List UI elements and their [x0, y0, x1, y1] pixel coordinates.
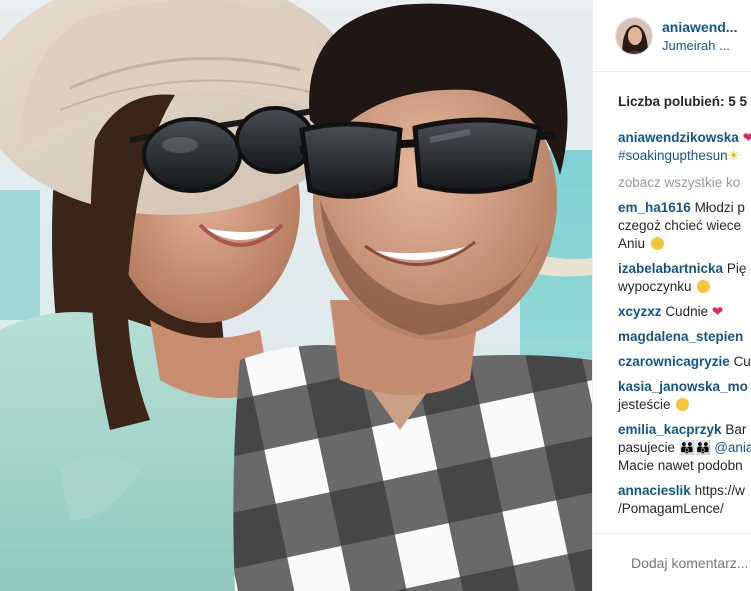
post-header: aniawend... Jumeirah ...: [593, 0, 751, 72]
comment-item: czarownicagryzie Cu: [618, 353, 751, 371]
comment-text: wypoczynku: [618, 279, 692, 294]
heart-emoji-icon: ❤: [743, 130, 751, 145]
comment-username-link[interactable]: izabelabartnicka: [618, 261, 723, 276]
family-emoji-icon: 👪👪: [678, 440, 712, 455]
comment-item: emilia_kacprzyk Bar pasujecie 👪👪 @ania M…: [618, 421, 751, 475]
comment-text: Bar: [725, 422, 747, 437]
add-comment-input[interactable]: [631, 554, 751, 571]
mention-link[interactable]: @ania: [714, 440, 751, 455]
hearts-emoji-icon: ❤: [711, 304, 724, 319]
sun-emoji-icon: ☀: [727, 148, 740, 163]
comments-list: aniawendzikowska ❤ #soakingupthesun☀ zob…: [593, 129, 751, 518]
post-details-panel: aniawend... Jumeirah ... Liczba polubień…: [592, 0, 751, 591]
comment-item: em_ha1616 Młodzi p czegoż chcieć wiece A…: [618, 199, 751, 253]
grin-emoji-icon: [697, 280, 711, 293]
avatar-image: [616, 17, 652, 54]
comment-username-link[interactable]: em_ha1616: [618, 200, 691, 215]
heart-outline-icon[interactable]: [618, 551, 619, 575]
header-username-link[interactable]: aniawend...: [662, 19, 737, 35]
comment-text: Młodzi p: [694, 200, 745, 215]
caption-username-link[interactable]: aniawendzikowska: [618, 130, 739, 145]
comment-text: https://w: [694, 483, 745, 498]
comment-text: pasujecie: [618, 440, 676, 455]
comment-item: izabelabartnicka Pię wypoczynku: [618, 260, 751, 296]
post-photo[interactable]: [0, 0, 592, 591]
comment-username-link[interactable]: emilia_kacprzyk: [618, 422, 722, 437]
location-link[interactable]: Jumeirah ...: [662, 38, 737, 53]
comment-text: /PomagamLence/: [618, 501, 724, 516]
comment-text: Aniu: [618, 236, 646, 251]
comment-text: Pię: [726, 261, 747, 276]
comment-username-link[interactable]: czarownicagryzie: [618, 354, 730, 369]
smile-emoji-icon: [676, 398, 690, 411]
comment-username-link[interactable]: xcyzxz: [618, 304, 662, 319]
view-all-comments-link[interactable]: zobacz wszystkie ko: [618, 174, 751, 192]
selfie-image: [0, 0, 592, 591]
comment-text: Cudnie: [665, 304, 709, 319]
comment-text: Cu: [733, 354, 751, 369]
comment-text: jesteście: [618, 397, 671, 412]
comment-bar: [593, 533, 751, 591]
comment-text: Macie nawet podobn: [618, 458, 743, 473]
comment-username-link[interactable]: kasia_janowska_mo: [618, 379, 748, 394]
comment-username-link[interactable]: magdalena_stepien: [618, 329, 743, 344]
hashtag-link[interactable]: #soakingupthesun: [618, 148, 728, 163]
caption-hashtags: #soakingupthesun☀: [618, 147, 751, 165]
post-caption: aniawendzikowska ❤: [618, 129, 751, 147]
likes-count[interactable]: Liczba polubień: 5 5: [593, 72, 751, 129]
astonished-emoji-icon: [650, 237, 664, 250]
comment-item: xcyzxz Cudnie ❤: [618, 303, 751, 321]
comment-text: czegoż chcieć wiece: [618, 218, 742, 233]
comment-item: annacieslik https://w /PomagamLence/: [618, 482, 751, 518]
comment-username-link[interactable]: annacieslik: [618, 483, 691, 498]
avatar[interactable]: [615, 16, 653, 55]
comment-item: magdalena_stepien: [618, 328, 751, 346]
comment-item: kasia_janowska_mo jesteście: [618, 378, 751, 414]
